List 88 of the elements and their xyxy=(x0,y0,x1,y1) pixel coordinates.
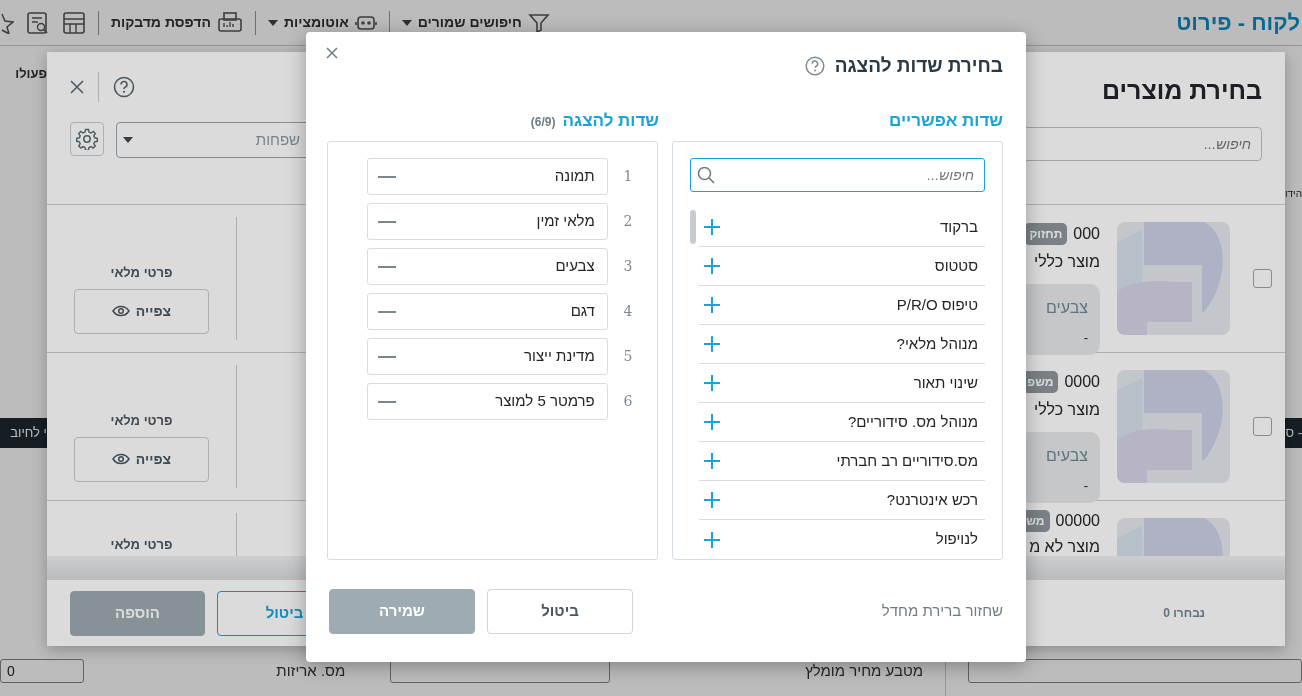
minus-icon[interactable] xyxy=(378,354,396,359)
field-option[interactable]: סטטוס xyxy=(698,247,985,287)
settings-button[interactable] xyxy=(70,122,104,156)
plus-icon xyxy=(702,335,721,354)
close-icon[interactable] xyxy=(70,80,84,94)
close-icon[interactable] xyxy=(326,47,338,60)
filter-icon[interactable] xyxy=(527,12,550,33)
field-label: מס. אריזות xyxy=(276,660,346,681)
plus-icon xyxy=(702,452,721,471)
field-count: (6/9) xyxy=(530,114,556,132)
status-banner: י לחיוב xyxy=(0,418,47,448)
product-code: 00000 xyxy=(1055,511,1100,531)
selected-field[interactable]: פרמטר 5 למוצר xyxy=(367,383,608,421)
stock-details-label: פרטי מלאי xyxy=(110,264,173,282)
selected-field[interactable]: תמונה xyxy=(367,158,608,196)
settings-icon xyxy=(76,128,98,150)
help-icon[interactable] xyxy=(804,56,825,77)
toolbar-button[interactable]: הדפסת מדבקות xyxy=(111,10,243,35)
checkbox[interactable] xyxy=(1253,417,1272,436)
minus-icon[interactable] xyxy=(378,399,396,404)
plus-icon xyxy=(702,530,721,549)
caret-icon xyxy=(123,137,133,143)
minus-icon[interactable] xyxy=(378,219,396,224)
selected-field[interactable]: מלאי זמין xyxy=(367,203,608,241)
plus-icon xyxy=(702,218,721,237)
row-number: 6 xyxy=(622,392,634,412)
row-number: 4 xyxy=(622,302,634,322)
field-option[interactable]: שינוי תאור xyxy=(698,364,985,404)
help-icon[interactable] xyxy=(113,76,135,98)
minus-icon[interactable] xyxy=(378,264,396,269)
selected-field[interactable]: צבעים xyxy=(367,248,608,286)
view-button[interactable]: צפייה xyxy=(74,436,209,482)
eye-icon xyxy=(111,453,130,465)
reset-defaults-link[interactable]: שחזור ברירת מחדל xyxy=(881,599,1003,623)
search-field[interactable]: חיפוש... xyxy=(690,158,985,193)
product-name: מוצר לא מ xyxy=(1029,537,1100,556)
column-label: הידו xyxy=(1285,187,1302,201)
attribute-label: צבעים xyxy=(1046,446,1088,466)
dialog-title: בחירת מוצרים xyxy=(1101,75,1262,106)
table-icon[interactable] xyxy=(62,10,86,35)
field-label: מטבע מחיר מומלץ xyxy=(805,660,923,681)
robot-icon[interactable] xyxy=(354,13,377,32)
search-icon xyxy=(697,166,715,185)
minus-icon[interactable] xyxy=(378,309,396,314)
view-button[interactable]: צפייה xyxy=(74,288,209,334)
product-code: 000 xyxy=(1073,224,1100,244)
selected-field[interactable]: דגם xyxy=(367,293,608,331)
plus-icon xyxy=(702,491,721,510)
plus-icon xyxy=(702,296,721,315)
row-number: 3 xyxy=(622,257,634,277)
plus-icon xyxy=(702,257,721,276)
field-option[interactable]: לנויפול xyxy=(698,520,985,560)
product-name: מוצר כללי xyxy=(1034,252,1100,272)
product-tag: תחזוק xyxy=(1024,223,1068,245)
field-option[interactable]: רכש אינטרנט? xyxy=(698,481,985,521)
field-option[interactable]: מנוהל מלאי? xyxy=(698,325,985,365)
plus-icon xyxy=(702,413,721,432)
text-field[interactable] xyxy=(968,659,1302,683)
cancel-button[interactable]: ביטול xyxy=(487,588,633,634)
attribute-value: - xyxy=(1083,329,1088,347)
minus-icon[interactable] xyxy=(378,174,396,179)
scrollbar-thumb[interactable] xyxy=(690,210,696,245)
selected-count: נבחרו 0 xyxy=(1163,605,1205,622)
number-field[interactable]: 0 xyxy=(0,659,84,683)
row-number: 1 xyxy=(622,167,634,187)
stock-details-label: פרטי מלאי xyxy=(110,412,173,430)
actions-tab[interactable]: פעולו xyxy=(0,46,47,84)
field-option[interactable]: מנוהל מס. סידוריים? xyxy=(698,403,985,443)
row-number: 5 xyxy=(622,347,634,367)
field-option[interactable]: טיפוס P/R/O xyxy=(698,286,985,326)
stock-details-label: פרטי מלאי xyxy=(110,536,173,554)
plus-icon xyxy=(702,374,721,393)
field-option[interactable]: מס.סידוריים רב חברתי xyxy=(698,442,985,482)
report-icon[interactable] xyxy=(26,10,50,35)
dialog-title: בחירת שדות להצגה xyxy=(834,54,1003,78)
eye-icon xyxy=(111,305,130,317)
attribute-value: - xyxy=(1083,477,1088,495)
row-number: 2 xyxy=(622,212,634,232)
attribute-label: צבעים xyxy=(1046,298,1088,318)
column-heading: שדות להצגה xyxy=(562,110,659,133)
product-code: 0000 xyxy=(1064,372,1100,392)
status-banner: - ס xyxy=(1285,418,1302,448)
page-title: לקוח - פירוט xyxy=(1176,9,1300,37)
selected-field[interactable]: מדינת ייצור xyxy=(367,338,608,376)
product-name: מוצר כללי xyxy=(1034,400,1100,420)
field-option[interactable]: ברקוד xyxy=(698,208,985,248)
printer-icon[interactable] xyxy=(216,10,243,35)
checkbox[interactable] xyxy=(1253,269,1272,288)
